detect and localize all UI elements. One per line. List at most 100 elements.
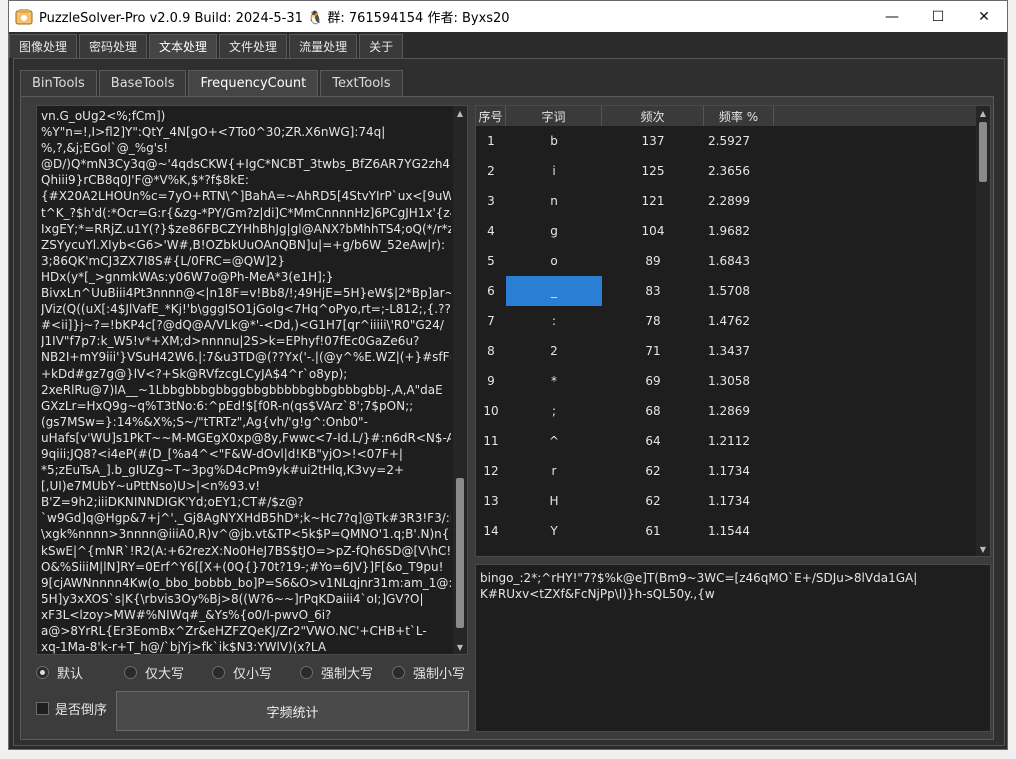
cell-count[interactable]: 89 (602, 246, 704, 276)
table-row[interactable]: 1 b 137 2.5927 (476, 126, 978, 156)
cell-token[interactable]: * (506, 366, 602, 396)
cell-index[interactable]: 7 (476, 306, 506, 336)
cell-count[interactable]: 104 (602, 216, 704, 246)
cell-count[interactable]: 62 (602, 456, 704, 486)
scroll-down-icon[interactable]: ▼ (976, 542, 990, 556)
cell-index[interactable]: 9 (476, 366, 506, 396)
tab-bintools[interactable]: BinTools (20, 70, 97, 96)
table-row[interactable]: 13 H 62 1.1734 (476, 486, 978, 516)
table-row[interactable]: 2 i 125 2.3656 (476, 156, 978, 186)
table-row[interactable]: 12 r 62 1.1734 (476, 456, 978, 486)
header-index[interactable]: 序号 (476, 106, 506, 126)
radio-force-upper[interactable]: 强制大写 (300, 663, 373, 682)
table-row[interactable]: 11 ^ 64 1.2112 (476, 426, 978, 456)
table-row[interactable]: 14 Y 61 1.1544 (476, 516, 978, 546)
tab-basetools[interactable]: BaseTools (98, 70, 187, 96)
cell-frequency[interactable]: 1.1734 (704, 456, 774, 486)
table-row[interactable]: 6 _ 83 1.5708 (476, 276, 978, 306)
cell-token[interactable]: g (506, 216, 602, 246)
cell-frequency[interactable]: 2.5927 (704, 126, 774, 156)
cell-index[interactable]: 11 (476, 426, 506, 456)
table-row[interactable]: 5 o 89 1.6843 (476, 246, 978, 276)
input-text[interactable]: vn.G_oUg2<%;fCm]) %Y"n=!,I>fl2]Y":QtY_4N… (41, 108, 451, 654)
cell-index[interactable]: 4 (476, 216, 506, 246)
scroll-up-icon[interactable]: ▲ (976, 106, 990, 120)
cell-token[interactable]: ; (506, 396, 602, 426)
output-text-area[interactable]: bingo_:2*;^rHY!"7?$%k@e]T(Bm9~3WC=[z46qM… (475, 564, 991, 732)
cell-frequency[interactable]: 1.3058 (704, 366, 774, 396)
cell-count[interactable]: 62 (602, 486, 704, 516)
table-row[interactable]: 9 * 69 1.3058 (476, 366, 978, 396)
cell-frequency[interactable]: 1.4762 (704, 306, 774, 336)
cell-token[interactable]: 2 (506, 336, 602, 366)
input-text-area[interactable]: vn.G_oUg2<%;fCm]) %Y"n=!,I>fl2]Y":QtY_4N… (36, 105, 468, 655)
cell-count[interactable]: 125 (602, 156, 704, 186)
table-row[interactable]: 8 2 71 1.3437 (476, 336, 978, 366)
table-row[interactable]: 4 g 104 1.9682 (476, 216, 978, 246)
cell-token[interactable]: b (506, 126, 602, 156)
tab-frequencycount[interactable]: FrequencyCount (188, 70, 319, 96)
cell-index[interactable]: 6 (476, 276, 506, 306)
cell-token[interactable]: r (506, 456, 602, 486)
tab-about[interactable]: 关于 (359, 34, 404, 58)
cell-count[interactable]: 64 (602, 426, 704, 456)
cell-count[interactable]: 121 (602, 186, 704, 216)
cell-index[interactable]: 14 (476, 516, 506, 546)
cell-frequency[interactable]: 1.2112 (704, 426, 774, 456)
cell-token[interactable]: o (506, 246, 602, 276)
cell-frequency[interactable]: 1.5708 (704, 276, 774, 306)
cell-count[interactable]: 61 (602, 516, 704, 546)
maximize-button[interactable]: ☐ (915, 1, 961, 32)
tab-texttools[interactable]: TextTools (320, 70, 403, 96)
cell-frequency[interactable]: 2.3656 (704, 156, 774, 186)
table-row[interactable]: 10; 68 1.2869 (476, 396, 978, 426)
table-row[interactable]: 7:78 1.4762 (476, 306, 978, 336)
input-scrollbar[interactable]: ▲ ▼ (453, 106, 467, 654)
cell-frequency[interactable]: 1.9682 (704, 216, 774, 246)
cell-index[interactable]: 1 (476, 126, 506, 156)
cell-count[interactable]: 71 (602, 336, 704, 366)
cell-token[interactable]: _ (506, 276, 602, 306)
cell-token[interactable]: Y (506, 516, 602, 546)
tab-traffic[interactable]: 流量处理 (289, 34, 358, 58)
cell-token[interactable]: ^ (506, 426, 602, 456)
cell-token[interactable]: i (506, 156, 602, 186)
cell-count[interactable]: 78 (602, 306, 704, 336)
cell-index[interactable]: 3 (476, 186, 506, 216)
cell-index[interactable]: 13 (476, 486, 506, 516)
scroll-thumb[interactable] (456, 478, 464, 628)
tab-crypto[interactable]: 密码处理 (79, 34, 148, 58)
scroll-thumb[interactable] (979, 122, 987, 182)
cell-frequency[interactable]: 1.3437 (704, 336, 774, 366)
reverse-checkbox[interactable]: 是否倒序 (36, 699, 107, 718)
cell-frequency[interactable]: 1.1734 (704, 486, 774, 516)
cell-frequency[interactable]: 1.2869 (704, 396, 774, 426)
cell-count[interactable]: 137 (602, 126, 704, 156)
cell-count[interactable]: 83 (602, 276, 704, 306)
radio-force-lower[interactable]: 强制小写 (392, 663, 465, 682)
output-text[interactable]: bingo_:2*;^rHY!"7?$%k@e]T(Bm9~3WC=[z46qM… (480, 570, 985, 602)
radio-upper-only[interactable]: 仅大写 (124, 663, 184, 682)
cell-frequency[interactable]: 1.6843 (704, 246, 774, 276)
radio-lower-only[interactable]: 仅小写 (212, 663, 272, 682)
cell-token[interactable]: n (506, 186, 602, 216)
close-button[interactable]: ✕ (961, 1, 1007, 32)
table-row[interactable]: 3 n 121 2.2899 (476, 186, 978, 216)
header-frequency[interactable]: 频率 % (704, 106, 774, 126)
radio-default[interactable]: 默认 (36, 663, 83, 682)
tab-text[interactable]: 文本处理 (149, 34, 218, 58)
cell-count[interactable]: 69 (602, 366, 704, 396)
cell-index[interactable]: 8 (476, 336, 506, 366)
tab-image[interactable]: 图像处理 (9, 34, 78, 58)
cell-index[interactable]: 12 (476, 456, 506, 486)
cell-count[interactable]: 68 (602, 396, 704, 426)
cell-index[interactable]: 5 (476, 246, 506, 276)
header-token[interactable]: 字词 (506, 106, 602, 126)
cell-index[interactable]: 10 (476, 396, 506, 426)
cell-index[interactable]: 2 (476, 156, 506, 186)
header-count[interactable]: 频次 (602, 106, 704, 126)
scroll-up-icon[interactable]: ▲ (453, 106, 467, 120)
cell-frequency[interactable]: 2.2899 (704, 186, 774, 216)
minimize-button[interactable]: — (869, 1, 915, 32)
table-scrollbar[interactable]: ▲ ▼ (976, 106, 990, 556)
